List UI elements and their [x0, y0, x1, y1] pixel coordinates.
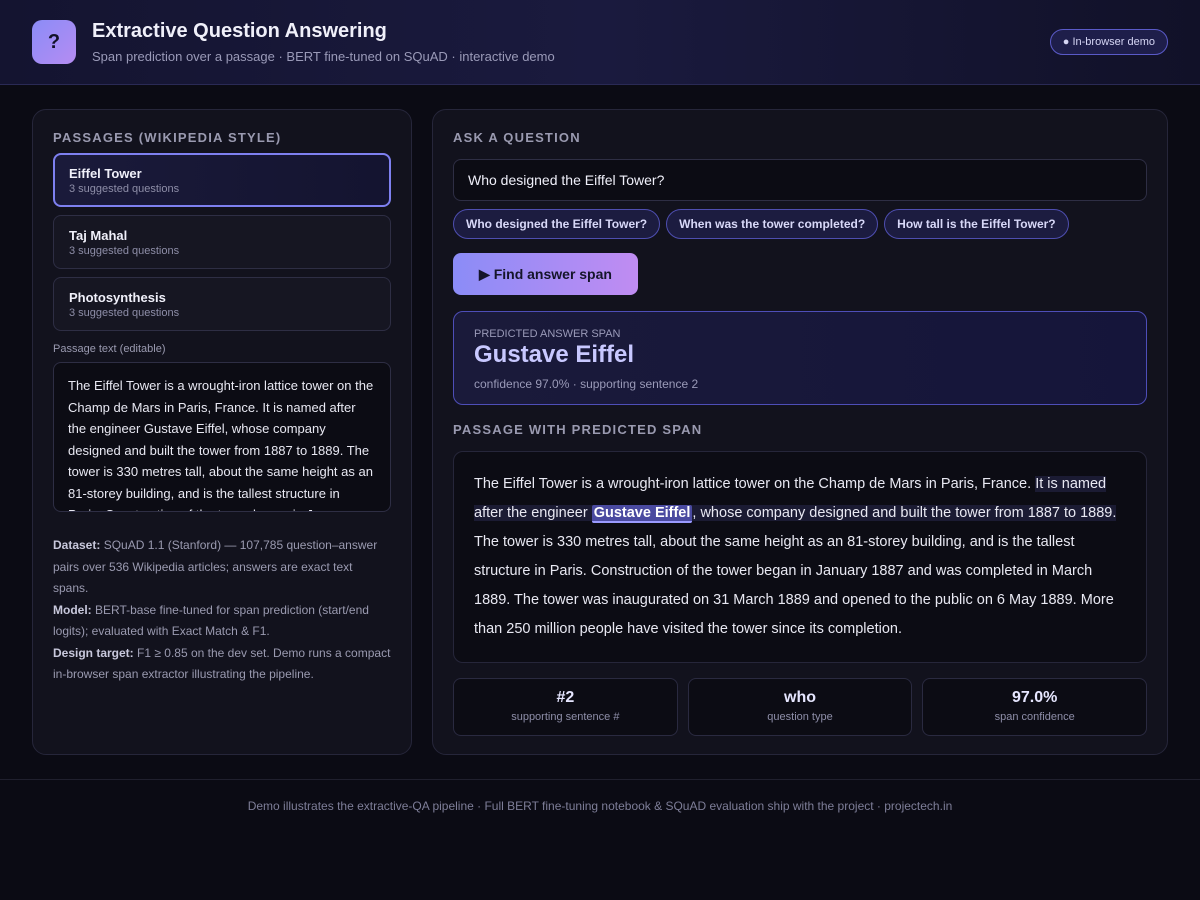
- passage-card-subtitle: 3 suggested questions: [69, 245, 180, 257]
- support-text-after: , whose company designed and built the t…: [692, 505, 1117, 521]
- page-footer: Demo illustrates the extractive-QA pipel…: [0, 779, 1200, 900]
- stat-label: supporting sentence #: [511, 711, 620, 723]
- project-info: Dataset: SQuAD 1.1 (Stanford) — 107,785 …: [53, 535, 391, 686]
- question-mark-icon: ?: [32, 20, 76, 64]
- stat-value: 97.0%: [1011, 689, 1058, 706]
- passage-text-input[interactable]: The Eiffel Tower is a wrought-iron latti…: [53, 362, 391, 512]
- predicted-answer-label: Predicted answer span: [474, 328, 621, 340]
- passage-text-after: The tower is 330 metres tall, about the …: [474, 534, 1114, 637]
- suggested-question-chip[interactable]: How tall is the Eiffel Tower?: [884, 209, 1069, 239]
- passage-text-before: The Eiffel Tower is a wrought-iron latti…: [474, 476, 1036, 492]
- passages-panel: Passages (Wikipedia style) Eiffel Tower …: [32, 109, 412, 755]
- model-info-value: BERT-base fine-tuned for span prediction…: [53, 602, 369, 639]
- passage-card-taj-mahal[interactable]: Taj Mahal 3 suggested questions: [53, 215, 391, 269]
- stat-question-type: who question type: [687, 678, 913, 736]
- suggested-question-chip[interactable]: When was the tower completed?: [666, 209, 879, 239]
- design-target-info: Design target: F1 ≥ 0.85 on the dev set.…: [53, 643, 391, 686]
- passage-card-title: Taj Mahal: [69, 228, 128, 243]
- app-subtitle: Span prediction over a passage · BERT fi…: [92, 49, 555, 64]
- model-info: Model: BERT-base fine-tuned for span pre…: [53, 600, 391, 643]
- ask-question-title: Ask a question: [453, 130, 581, 145]
- passage-card-subtitle: 3 suggested questions: [69, 307, 180, 319]
- find-answer-span-button[interactable]: ▶ Find answer span: [453, 253, 638, 295]
- passage-span-title: Passage with predicted span: [453, 422, 703, 437]
- stat-value: who: [784, 689, 816, 706]
- stats-row: #2 supporting sentence # who question ty…: [453, 678, 1148, 736]
- question-panel: Ask a question Who designed the Eiffel T…: [432, 109, 1168, 755]
- passage-card-eiffel-tower[interactable]: Eiffel Tower 3 suggested questions: [53, 153, 391, 207]
- app-title: Extractive Question Answering: [92, 20, 387, 42]
- stat-supporting-sentence: #2 supporting sentence #: [453, 678, 678, 736]
- question-input[interactable]: [453, 159, 1147, 201]
- stat-label: span confidence: [994, 711, 1075, 723]
- predicted-answer-box: Predicted answer span Gustave Eiffel con…: [453, 311, 1147, 405]
- model-info-key: Model:: [53, 602, 92, 617]
- dataset-info: Dataset: SQuAD 1.1 (Stanford) — 107,785 …: [53, 535, 391, 600]
- passage-card-subtitle: 3 suggested questions: [69, 183, 180, 195]
- dataset-info-value: SQuAD 1.1 (Stanford) — 107,785 question–…: [53, 538, 378, 595]
- passage-text-label: Passage text (editable): [53, 343, 166, 355]
- stat-span-confidence: 97.0% span confidence: [922, 678, 1148, 736]
- passage-card-photosynthesis[interactable]: Photosynthesis 3 suggested questions: [53, 277, 391, 331]
- highlighted-passage: The Eiffel Tower is a wrought-iron latti…: [453, 451, 1147, 663]
- design-target-key: Design target:: [53, 645, 134, 660]
- passage-card-title: Eiffel Tower: [69, 166, 142, 181]
- answer-span-highlight: Gustave Eiffel: [591, 505, 693, 523]
- app-header: ? Extractive Question Answering Span pre…: [0, 0, 1200, 85]
- dataset-info-key: Dataset:: [53, 538, 101, 552]
- stat-value: #2: [556, 689, 575, 706]
- suggested-question-chip[interactable]: Who designed the Eiffel Tower?: [453, 209, 661, 239]
- predicted-answer-meta: confidence 97.0% · supporting sentence 2: [474, 377, 699, 391]
- passages-section-title: Passages (Wikipedia style): [53, 130, 282, 145]
- in-browser-demo-badge: ● In-browser demo: [1049, 29, 1168, 55]
- suggested-questions: Who designed the Eiffel Tower? When was …: [453, 209, 1147, 239]
- passage-card-title: Photosynthesis: [69, 290, 166, 305]
- stat-label: question type: [767, 711, 833, 723]
- predicted-answer-value: Gustave Eiffel: [474, 341, 635, 368]
